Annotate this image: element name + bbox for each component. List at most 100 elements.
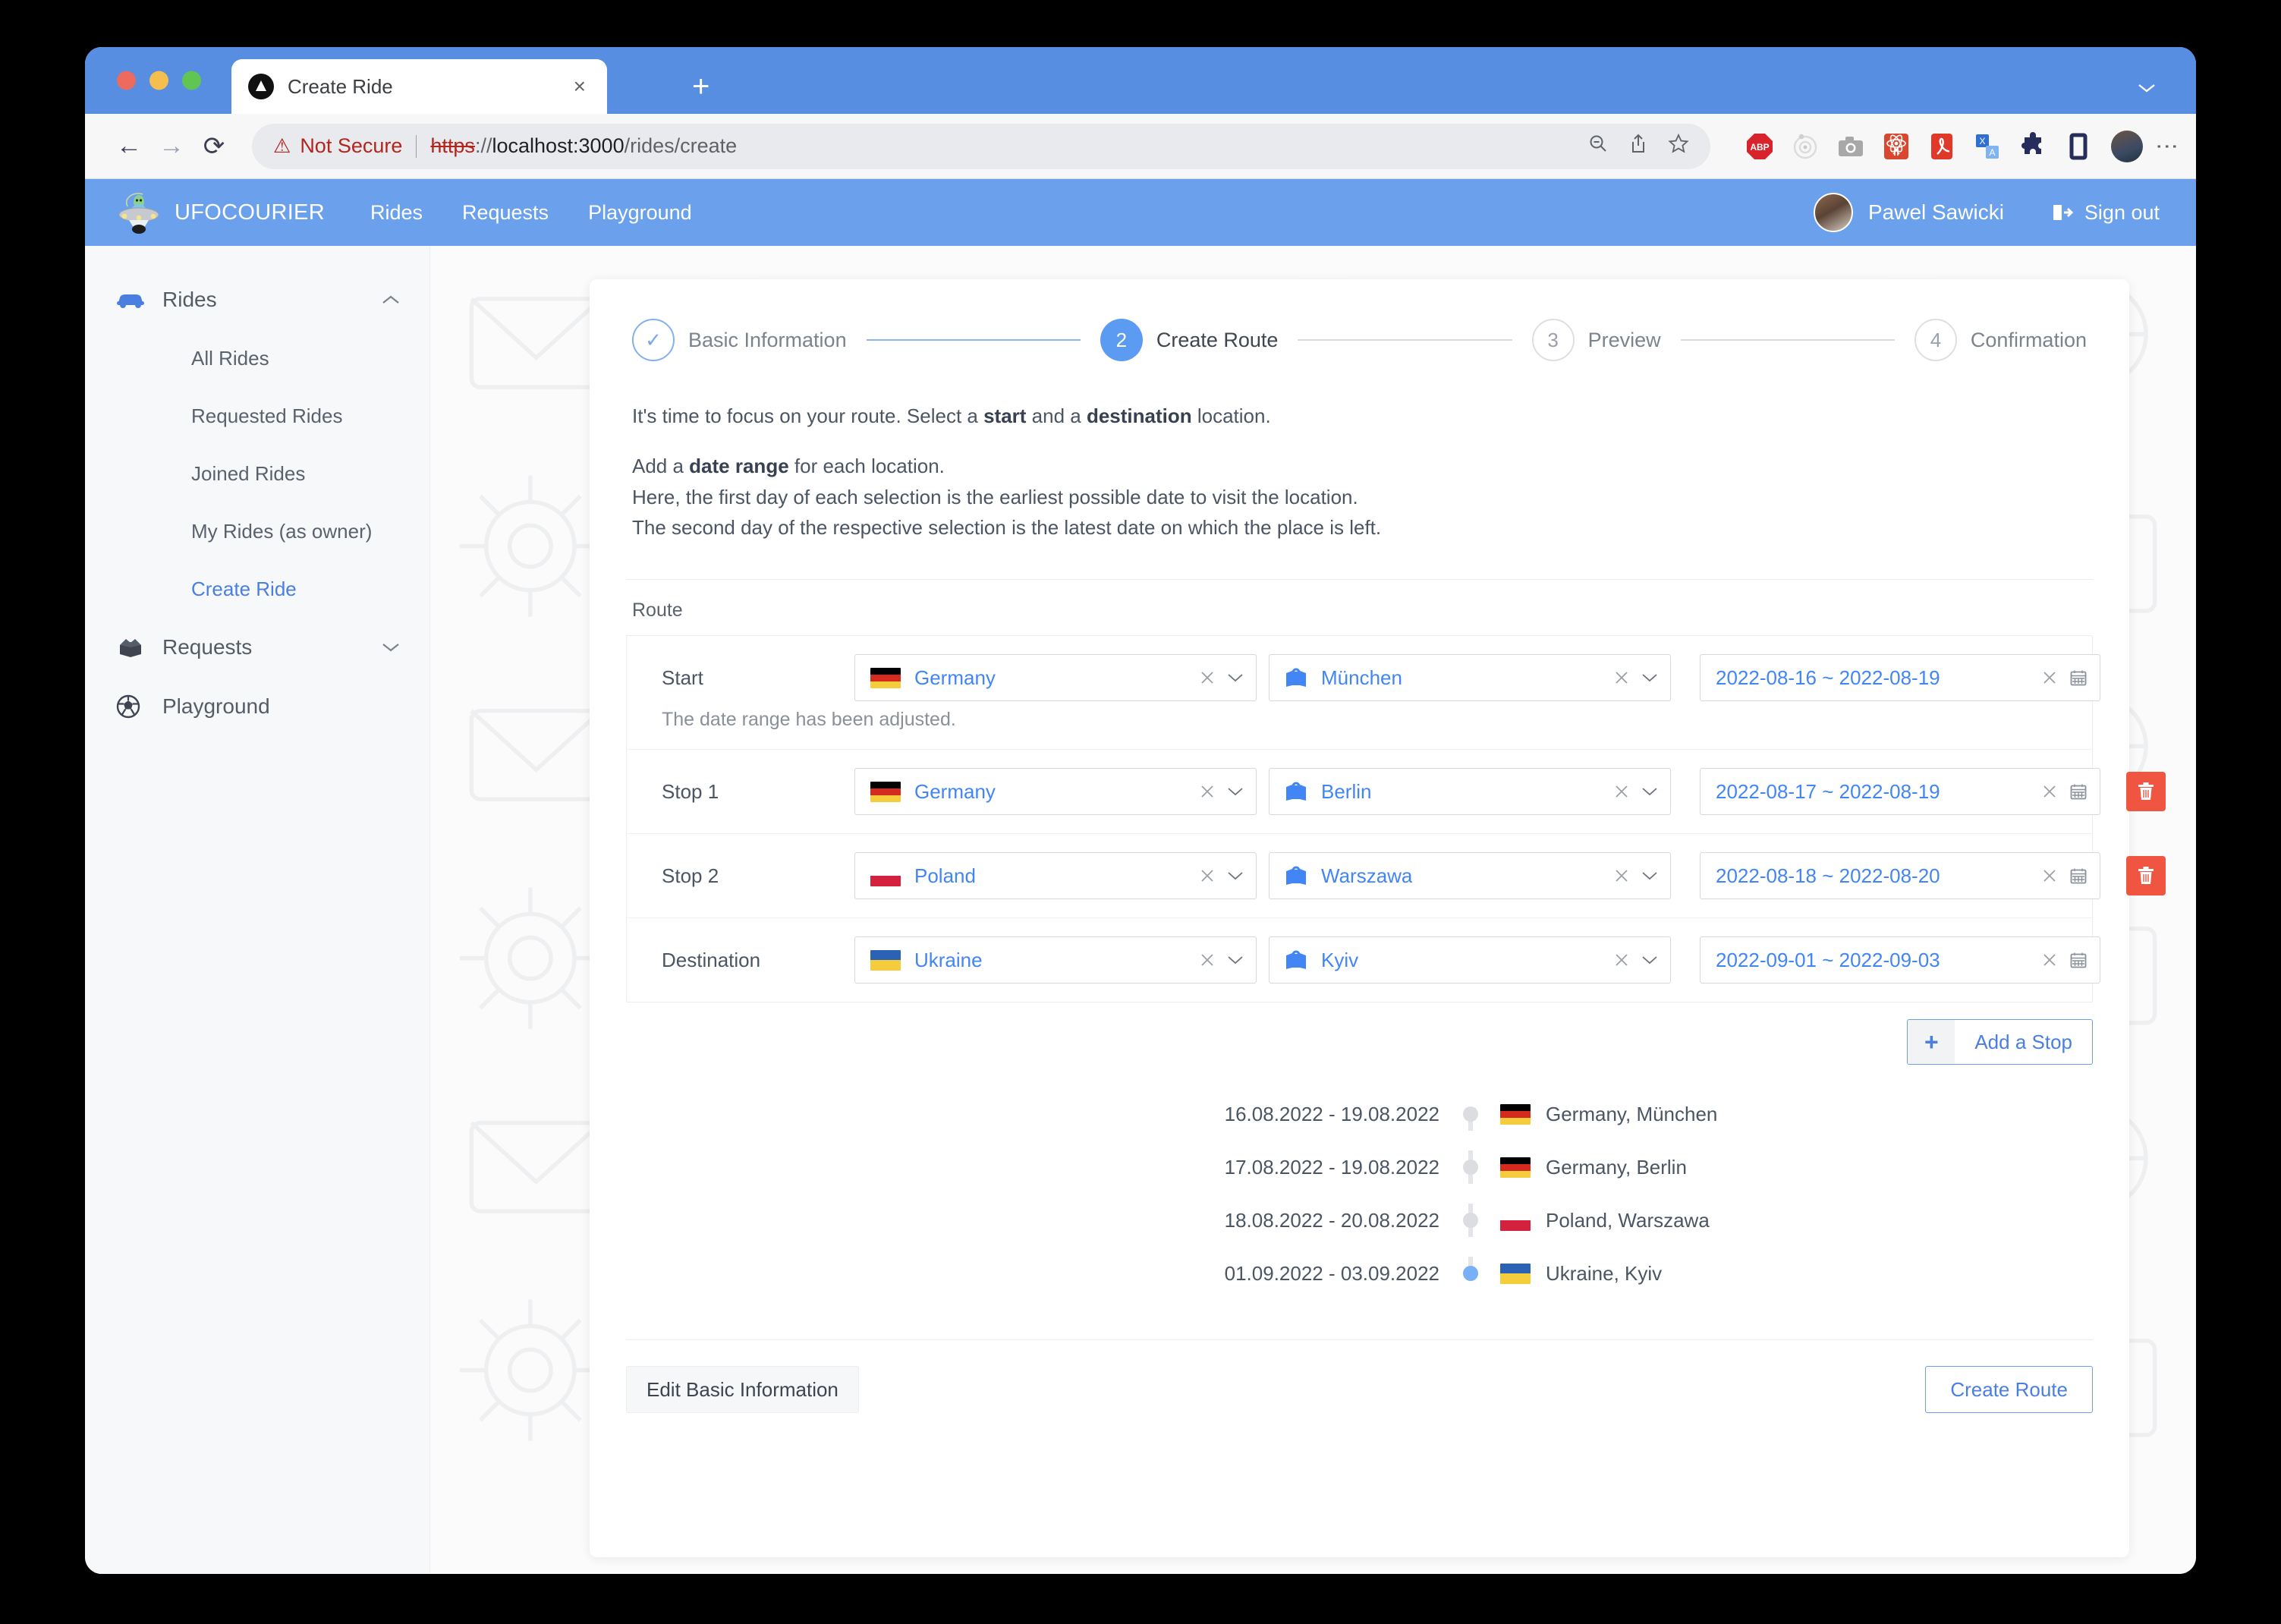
delete-stop-1-button[interactable] xyxy=(2126,772,2166,811)
date-range-picker-start[interactable]: 2022-08-16 ~ 2022-08-19 xyxy=(1700,654,2100,701)
close-window-button[interactable] xyxy=(117,71,136,90)
city-select-destination[interactable]: Kyiv xyxy=(1269,936,1671,984)
maximize-window-button[interactable] xyxy=(182,71,201,90)
chevron-down-icon[interactable] xyxy=(1641,870,1658,881)
screenshot-camera-icon[interactable] xyxy=(1836,132,1865,161)
timeline-dates: 01.09.2022 - 03.09.2022 xyxy=(626,1262,1461,1286)
sidebar-item-requested-rides[interactable]: Requested Rides xyxy=(85,387,429,445)
chevron-down-icon[interactable] xyxy=(1227,955,1244,965)
clear-icon[interactable] xyxy=(1612,867,1631,885)
chevron-down-icon[interactable] xyxy=(1641,955,1658,965)
sidebar-item-all-rides[interactable]: All Rides xyxy=(85,329,429,387)
date-range-picker-stop-2[interactable]: 2022-08-18 ~ 2022-08-20 xyxy=(1700,852,2100,899)
step-create-route[interactable]: 2 Create Route xyxy=(1100,319,1279,361)
share-icon[interactable] xyxy=(1628,133,1648,159)
step-confirmation[interactable]: 4 Confirmation xyxy=(1914,319,2087,361)
clear-icon[interactable] xyxy=(1612,782,1631,801)
sidebar-group-requests[interactable]: Requests xyxy=(85,618,429,677)
three-dots-menu-icon[interactable]: ⋮ xyxy=(2160,135,2173,158)
svg-text:ABP: ABP xyxy=(1750,142,1769,153)
sidebar-item-playground[interactable]: Playground xyxy=(85,677,429,736)
clear-icon[interactable] xyxy=(1198,951,1216,969)
clear-icon[interactable] xyxy=(1198,669,1216,687)
calendar-icon[interactable] xyxy=(2069,782,2088,801)
chevron-down-icon[interactable] xyxy=(1641,672,1658,683)
new-tab-button[interactable]: + xyxy=(692,71,709,102)
country-select-stop-2[interactable]: Poland xyxy=(854,852,1257,899)
field-actions xyxy=(2040,867,2088,885)
date-range-picker-stop-1[interactable]: 2022-08-17 ~ 2022-08-19 xyxy=(1700,768,2100,815)
edit-basic-information-button[interactable]: Edit Basic Information xyxy=(626,1366,859,1413)
chevron-down-icon[interactable] xyxy=(1641,786,1658,797)
step-preview[interactable]: 3 Preview xyxy=(1532,319,1661,361)
timeline-node xyxy=(1461,1106,1480,1122)
calendar-icon[interactable] xyxy=(2069,951,2088,969)
adblock-plus-icon[interactable]: ABP xyxy=(1745,132,1774,161)
clear-icon[interactable] xyxy=(2040,951,2059,969)
flag-poland-icon xyxy=(1500,1210,1531,1231)
map-location-icon xyxy=(1285,865,1307,886)
clear-icon[interactable] xyxy=(2040,867,2059,885)
chevron-up-icon[interactable] xyxy=(381,294,401,306)
delete-stop-2-button[interactable] xyxy=(2126,856,2166,895)
puzzle-extensions-icon[interactable] xyxy=(2018,132,2047,161)
app-header: UFOCOURIER Rides Requests Playground Paw… xyxy=(85,179,2196,246)
clear-icon[interactable] xyxy=(1612,669,1631,687)
translate-icon[interactable]: XA xyxy=(1973,132,2002,161)
app-nav-rides[interactable]: Rides xyxy=(370,201,423,225)
chevron-down-icon[interactable] xyxy=(381,641,401,653)
city-select-stop-1[interactable]: Berlin xyxy=(1269,768,1671,815)
sidebar-item-create-ride[interactable]: Create Ride xyxy=(85,560,429,618)
sidebar-item-my-rides[interactable]: My Rides (as owner) xyxy=(85,502,429,560)
zoom-out-icon[interactable] xyxy=(1587,133,1609,159)
chevron-down-icon[interactable] xyxy=(1227,672,1244,683)
clear-icon[interactable] xyxy=(2040,782,2059,801)
address-bar[interactable]: ⚠ Not Secure https://localhost:3000/ride… xyxy=(252,124,1710,169)
country-select-destination[interactable]: Ukraine xyxy=(854,936,1257,984)
chevron-down-icon[interactable] xyxy=(1227,786,1244,797)
sign-out-icon xyxy=(2051,203,2074,222)
app-nav-playground[interactable]: Playground xyxy=(588,201,692,225)
bookmark-star-icon[interactable] xyxy=(1668,133,1689,159)
calendar-icon[interactable] xyxy=(2069,669,2088,687)
sidebar-item-joined-rides[interactable]: Joined Rides xyxy=(85,445,429,502)
clear-icon[interactable] xyxy=(1198,782,1216,801)
close-icon[interactable]: × xyxy=(569,76,590,97)
user-chip[interactable]: Pawel Sawicki xyxy=(1814,193,2004,232)
sign-out-button[interactable]: Sign out xyxy=(2051,201,2160,225)
date-range-picker-destination[interactable]: 2022-09-01 ~ 2022-09-03 xyxy=(1700,936,2100,984)
city-select-stop-2[interactable]: Warszawa xyxy=(1269,852,1671,899)
sidebar-group-rides[interactable]: Rides xyxy=(85,270,429,329)
reading-list-icon[interactable] xyxy=(2064,132,2093,161)
create-route-button[interactable]: Create Route xyxy=(1925,1366,2093,1413)
intro-line-2: Add a date range for each location. xyxy=(632,451,2087,481)
clear-icon[interactable] xyxy=(1198,867,1216,885)
calendar-icon[interactable] xyxy=(2069,867,2088,885)
profile-avatar[interactable] xyxy=(2111,131,2143,162)
flag-ukraine-icon xyxy=(870,950,901,971)
intro-line-1: It's time to focus on your route. Select… xyxy=(632,401,2087,431)
app-nav-requests[interactable]: Requests xyxy=(462,201,549,225)
reload-icon[interactable]: ⟳ xyxy=(193,125,235,168)
timeline-dates: 17.08.2022 - 19.08.2022 xyxy=(626,1156,1461,1179)
privacy-badger-icon[interactable] xyxy=(1791,132,1820,161)
forward-icon[interactable]: → xyxy=(150,125,193,168)
minimize-window-button[interactable] xyxy=(149,71,168,90)
step-basic-information[interactable]: ✓ Basic Information xyxy=(632,319,847,361)
clear-icon[interactable] xyxy=(2040,669,2059,687)
back-icon[interactable]: ← xyxy=(108,125,150,168)
brand-logo-link[interactable]: UFOCOURIER xyxy=(115,190,325,235)
chevron-down-icon[interactable] xyxy=(1227,870,1244,881)
clear-icon[interactable] xyxy=(1612,951,1631,969)
city-select-start[interactable]: München xyxy=(1269,654,1671,701)
omnibox-divider xyxy=(416,135,417,158)
react-devtools-icon[interactable] xyxy=(1882,132,1911,161)
timeline-dates: 18.08.2022 - 20.08.2022 xyxy=(626,1209,1461,1232)
country-select-start[interactable]: Germany xyxy=(854,654,1257,701)
add-stop-button[interactable]: + Add a Stop xyxy=(1907,1019,2093,1065)
chevron-down-icon[interactable] xyxy=(2137,77,2157,97)
adobe-acrobat-icon[interactable] xyxy=(1927,132,1956,161)
browser-tab[interactable]: Create Ride × xyxy=(231,59,607,114)
country-select-stop-1[interactable]: Germany xyxy=(854,768,1257,815)
country-value: Germany xyxy=(914,666,996,690)
